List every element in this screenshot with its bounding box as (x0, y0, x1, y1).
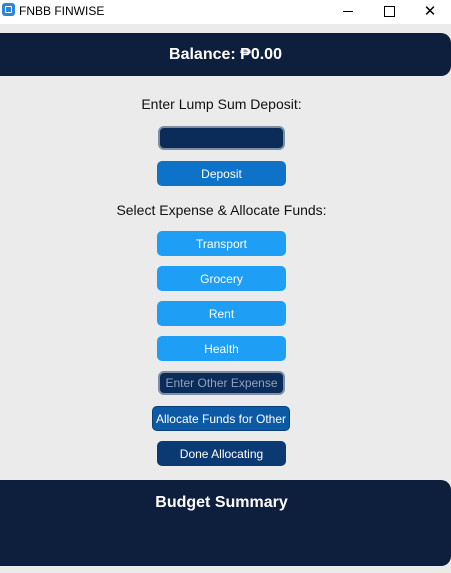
close-button[interactable]: ✕ (410, 0, 450, 22)
title-bar: FNBB FINWISE ✕ (0, 0, 451, 24)
expense-prompt: Select Expense & Allocate Funds: (116, 202, 327, 218)
health-button[interactable]: Health (157, 336, 286, 361)
balance-label: Balance: ₱0.00 (169, 45, 282, 63)
budget-summary-title: Budget Summary (155, 494, 288, 511)
deposit-prompt: Enter Lump Sum Deposit: (141, 96, 302, 112)
window-title: FNBB FINWISE (19, 4, 105, 18)
other-expense-input[interactable] (158, 371, 285, 395)
minimize-button[interactable] (328, 0, 368, 22)
transport-button[interactable]: Transport (157, 231, 286, 256)
minimize-icon (343, 10, 353, 12)
deposit-button[interactable]: Deposit (157, 161, 286, 186)
done-allocating-button[interactable]: Done Allocating (157, 441, 286, 466)
rent-button[interactable]: Rent (157, 301, 286, 326)
maximize-button[interactable] (369, 0, 409, 22)
app-icon (2, 3, 15, 16)
budget-summary-panel: Budget Summary (0, 480, 451, 566)
balance-panel: Balance: ₱0.00 (0, 33, 451, 76)
maximize-icon (383, 5, 395, 17)
allocate-other-button[interactable]: Allocate Funds for Other (152, 406, 290, 431)
grocery-button[interactable]: Grocery (157, 266, 286, 291)
deposit-amount-input[interactable] (158, 126, 285, 150)
close-icon: ✕ (423, 2, 437, 20)
